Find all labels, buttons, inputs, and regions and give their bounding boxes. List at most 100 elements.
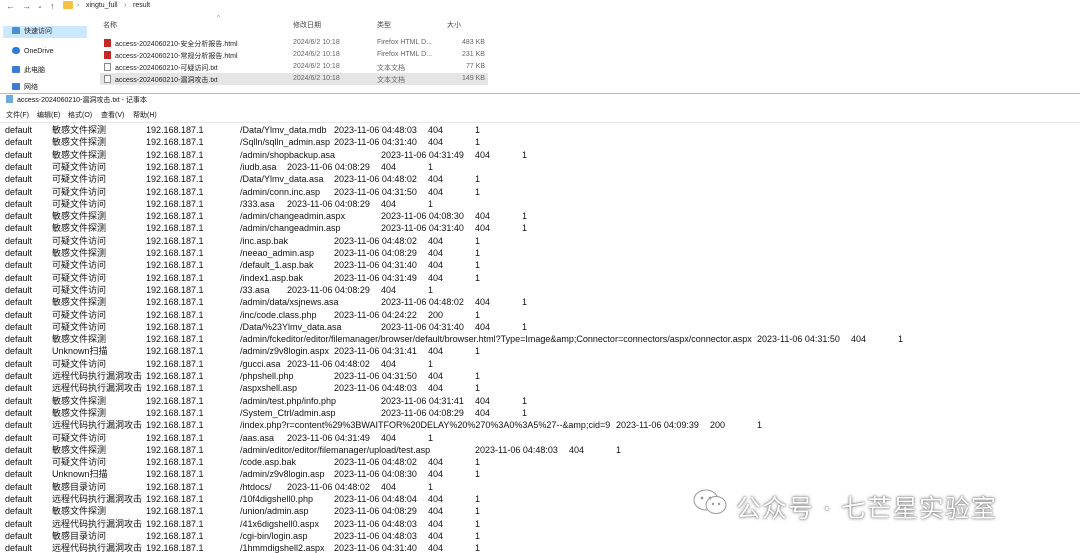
log-field: 可疑文件访问: [52, 174, 107, 185]
log-field: 远程代码执行漏洞攻击: [52, 420, 143, 431]
log-field: default: [5, 444, 33, 455]
log-field: 可疑文件访问: [52, 284, 107, 295]
log-field: /default_1.asp.bak: [240, 260, 314, 271]
log-field: /Data/%23Ylmv_data.asa: [240, 321, 342, 332]
log-field: 404: [428, 346, 444, 357]
log-field: 1: [475, 309, 481, 320]
address-bar[interactable]: ← → ⌄ ↑ › xingtu_full › result: [0, 0, 1080, 14]
log-field: /gucci.asa: [240, 358, 281, 369]
computer-icon: [12, 66, 20, 73]
log-field: 404: [475, 407, 491, 418]
log-field: 192.168.187.1: [146, 543, 204, 553]
back-arrow-icon[interactable]: ←: [6, 1, 15, 11]
menu-bar: 文件(F) 编辑(E) 格式(O) 查看(V) 帮助(H): [0, 110, 1080, 121]
log-field: 404: [428, 469, 444, 480]
log-field: 1: [475, 346, 481, 357]
log-field: 敏感文件探测: [52, 395, 107, 406]
log-field: 1: [475, 518, 481, 529]
forward-arrow-icon[interactable]: →: [22, 1, 31, 11]
nav-item-this-pc[interactable]: 此电脑: [12, 65, 45, 77]
log-field: 404: [475, 149, 491, 160]
log-field: 敏感文件探测: [52, 223, 107, 234]
column-header-type[interactable]: 类型: [377, 20, 391, 30]
log-field: Unknown扫描: [52, 346, 108, 357]
log-field: 404: [428, 125, 444, 135]
up-arrow-icon[interactable]: ↑: [50, 1, 55, 11]
log-field: 192.168.187.1: [146, 530, 204, 541]
log-field: /333.asa: [240, 198, 275, 209]
nav-item-quick-access[interactable]: 快速访问: [3, 26, 87, 38]
log-field: 192.168.187.1: [146, 506, 204, 517]
menu-view[interactable]: 查看(V): [101, 110, 124, 121]
log-field: default: [5, 358, 33, 369]
file-type: 文本文档: [377, 77, 405, 84]
log-field: /admin/changeadmin.asp: [240, 223, 341, 234]
column-header-name[interactable]: 名称: [103, 20, 117, 30]
log-field: 192.168.187.1: [146, 358, 204, 369]
breadcrumb-item[interactable]: result: [133, 2, 150, 9]
column-header-size[interactable]: 大小: [447, 20, 461, 30]
log-field: 2023-11-06 04:31:40: [334, 260, 417, 271]
nav-item-label: OneDrive: [24, 48, 54, 55]
log-field: 192.168.187.1: [146, 432, 204, 443]
log-field: default: [5, 420, 33, 431]
log-field: 1: [898, 334, 904, 345]
log-field: 192.168.187.1: [146, 235, 204, 246]
log-field: 192.168.187.1: [146, 174, 204, 185]
log-field: /aspxshell.asp: [240, 383, 298, 394]
log-field: default: [5, 395, 33, 406]
log-field: 1: [428, 432, 434, 443]
file-row[interactable]: access-2024060210-安全分析报告.html 2024/6/2 1…: [100, 37, 488, 49]
title-bar[interactable]: access-2024060210-漏洞攻击.txt - 记事本: [0, 94, 1080, 108]
file-size: 149 KB: [462, 75, 485, 82]
nav-item-network[interactable]: 网络: [12, 82, 38, 90]
breadcrumb-item[interactable]: xingtu_full: [86, 2, 118, 9]
log-field: 192.168.187.1: [146, 125, 204, 135]
log-field: default: [5, 506, 33, 517]
log-field: default: [5, 530, 33, 541]
log-field: 404: [851, 334, 867, 345]
html-file-icon: [104, 51, 111, 59]
log-field: 192.168.187.1: [146, 407, 204, 418]
log-field: 1: [428, 481, 434, 492]
log-field: 404: [428, 186, 444, 197]
log-field: default: [5, 211, 33, 222]
watermark-text: 公众号 · 七芒星实验室: [736, 494, 997, 523]
log-field: 1: [522, 149, 528, 160]
log-field: 1: [475, 248, 481, 258]
nav-item-onedrive[interactable]: OneDrive: [12, 46, 54, 58]
navigation-pane: 快速访问 OneDrive 此电脑 网络: [0, 22, 90, 90]
file-name: access-2024060210-安全分析报告.html: [104, 39, 238, 49]
recent-dropdown-icon[interactable]: ⌄: [37, 2, 43, 10]
log-field: 2023-11-06 04:31:49: [287, 432, 370, 443]
file-modified: 2024/6/2 10:18: [293, 39, 340, 46]
log-field: 2023-11-06 04:08:29: [334, 248, 417, 258]
file-row-selected[interactable]: access-2024060210-漏洞攻击.txt 2024/6/2 10:1…: [100, 73, 488, 85]
log-field: 192.168.187.1: [146, 186, 204, 197]
log-field: 404: [428, 506, 444, 517]
menu-format[interactable]: 格式(O): [68, 110, 92, 121]
log-field: 404: [428, 494, 444, 504]
log-field: /10f4digshell0.php: [240, 494, 314, 504]
window-title: access-2024060210-漏洞攻击.txt - 记事本: [17, 97, 147, 104]
log-field: 2023-11-06 04:24:22: [334, 309, 417, 320]
log-field: 远程代码执行漏洞攻击: [52, 371, 143, 381]
column-header-modified[interactable]: 修改日期: [293, 20, 321, 30]
log-field: default: [5, 543, 33, 553]
log-field: 192.168.187.1: [146, 149, 204, 160]
file-row[interactable]: access-2024060210-常规分析报告.html 2024/6/2 1…: [100, 49, 488, 61]
log-field: 1: [475, 494, 481, 504]
log-field: 1: [475, 272, 481, 283]
menu-edit[interactable]: 编辑(E): [37, 110, 60, 121]
menu-help[interactable]: 帮助(H): [133, 110, 157, 121]
log-field: 1: [475, 469, 481, 480]
nav-item-label: 此电脑: [24, 67, 45, 74]
log-field: 敏感目录访问: [52, 530, 107, 541]
log-field: 404: [428, 137, 444, 148]
log-field: /index.php?r=content%29%3BWAITFOR%20DELA…: [240, 420, 611, 431]
file-row[interactable]: access-2024060210-可疑访问.txt 2024/6/2 10:1…: [100, 61, 488, 73]
menu-file[interactable]: 文件(F): [6, 110, 29, 121]
log-field: default: [5, 137, 33, 148]
log-field: /admin/z9v8login.aspx: [240, 346, 330, 357]
log-field: 1: [475, 235, 481, 246]
